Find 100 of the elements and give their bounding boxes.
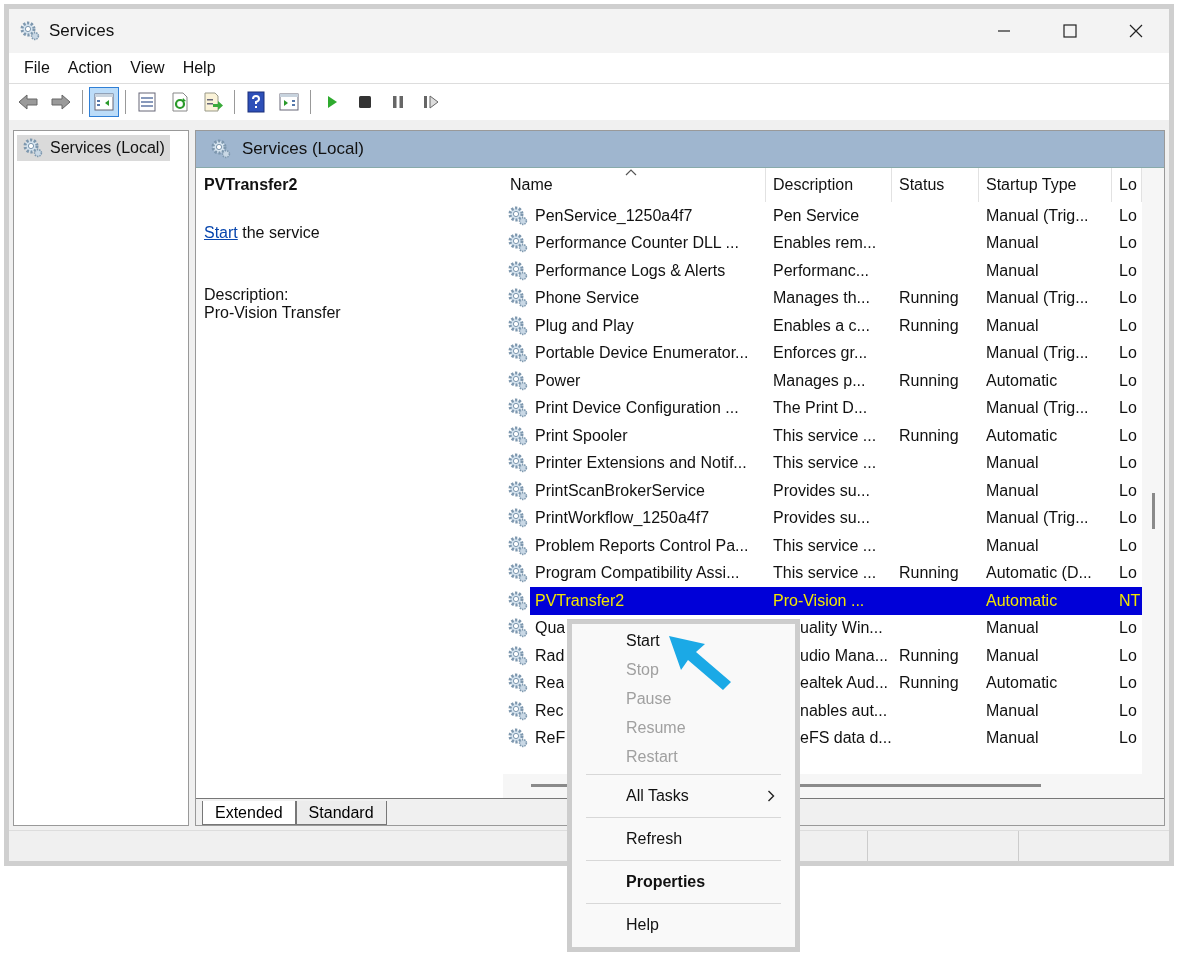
context-menu-item[interactable]: Refresh [580, 821, 787, 857]
service-gear-icon [507, 232, 529, 255]
table-cell-text: Lo [1118, 728, 1138, 749]
table-cell-text: Lo [1118, 260, 1138, 281]
menu-item[interactable]: Action [58, 56, 122, 80]
vertical-scrollbar[interactable] [1142, 168, 1164, 774]
table-cell[interactable]: Plug and Play [530, 312, 766, 340]
menu-item[interactable]: File [15, 56, 59, 80]
table-cell: Automatic [979, 587, 1112, 615]
table-cell[interactable]: PrintWorkflow_1250a4f7 [530, 504, 766, 532]
maximize-icon [1063, 24, 1077, 38]
table-cell[interactable]: Portable Device Enumerator... [530, 339, 766, 367]
view-tab[interactable]: Extended [202, 801, 296, 825]
table-cell-text: Lo [1118, 288, 1138, 309]
table-cell-text: Manual (Trig... [985, 398, 1090, 419]
table-cell-text: Running [898, 563, 960, 584]
table-cell-text: Pen Service [772, 205, 861, 226]
table-cell-text: Lo [1118, 343, 1138, 364]
service-gear-icon [507, 452, 529, 475]
view-tab[interactable]: Standard [295, 801, 387, 825]
menu-item[interactable]: View [121, 56, 174, 80]
context-menu-item[interactable]: All Tasks [580, 778, 787, 814]
table-cell[interactable]: Power [530, 367, 766, 395]
table-cell[interactable]: Rec [530, 697, 564, 725]
start-link[interactable]: Start [204, 224, 238, 241]
service-gear-icon [507, 314, 529, 337]
table-cell[interactable]: Performance Logs & Alerts [530, 257, 766, 285]
column-header[interactable]: Startup Type [979, 168, 1112, 202]
table-cell[interactable]: Rea [530, 669, 565, 697]
table-cell[interactable]: PenService_1250a4f7 [530, 202, 766, 230]
close-icon [1129, 24, 1143, 38]
tree-item[interactable]: Services (Local) [17, 135, 170, 161]
table-cell[interactable]: Problem Reports Control Pa... [530, 532, 766, 560]
menu-item[interactable]: Help [173, 56, 225, 80]
table-cell-text: Performanc... [772, 260, 871, 281]
service-gear-icon [507, 369, 529, 392]
list-icon [136, 91, 158, 113]
table-cell-text: Lo [1118, 480, 1138, 501]
table-cell[interactable]: Qua [530, 614, 566, 642]
table-cell-text: Lo [1118, 700, 1138, 721]
table-cell-text: This service ... [772, 453, 878, 474]
table-cell[interactable]: Print Spooler [530, 422, 766, 450]
table-cell-text: Manual [985, 315, 1040, 336]
table-cell-text: Lo [1118, 315, 1138, 336]
table-cell-text: ealtek Aud... [799, 673, 890, 694]
table-cell[interactable]: PrintScanBrokerService [530, 477, 766, 505]
table-cell-text: Manual [985, 260, 1040, 281]
table-cell-text: Manages th... [772, 288, 871, 309]
context-menu-item[interactable]: Properties [580, 864, 787, 900]
table-cell-text: Automatic [985, 673, 1059, 694]
description-text: Pro-Vision Transfer [204, 304, 342, 322]
service-gear-icon [507, 562, 529, 585]
table-cell-text: Enforces gr... [772, 343, 869, 364]
table-cell-text: Running [898, 645, 960, 666]
table-cell-text: Lo [1118, 425, 1138, 446]
table-cell-text: Lo [1118, 535, 1138, 556]
table-cell[interactable]: Rad [530, 642, 565, 670]
service-gear-icon [507, 424, 529, 447]
right-arrow-icon [50, 91, 72, 113]
table-cell-text: Lo [1118, 453, 1138, 474]
column-header[interactable]: Name [503, 168, 766, 202]
action-sentence: Start the service [204, 224, 321, 242]
service-gear-icon [507, 259, 529, 282]
table-cell[interactable]: Printer Extensions and Notif... [530, 449, 766, 477]
service-gear-icon [507, 397, 529, 420]
table-cell-text: Manual (Trig... [985, 508, 1090, 529]
table-cell[interactable]: PVTransfer2 [530, 587, 766, 615]
pointer-arrow-icon [667, 634, 733, 692]
service-gear-icon [507, 204, 529, 227]
table-cell[interactable]: Performance Counter DLL ... [530, 229, 766, 257]
service-gear-icon [507, 699, 529, 722]
table-cell-text: Lo [1118, 645, 1138, 666]
table-cell-text: Manual (Trig... [985, 343, 1090, 364]
table-cell-text: The Print D... [772, 398, 869, 419]
table-cell-text: Manual (Trig... [985, 288, 1090, 309]
table-cell-text: Manual [985, 645, 1040, 666]
service-gear-icon [507, 534, 529, 557]
table-cell-text: Automatic [985, 425, 1059, 446]
pane-title: Services (Local) [242, 139, 364, 159]
table-cell-text: Manual [985, 728, 1040, 749]
refresh-icon [169, 91, 191, 113]
table-cell-text: This service ... [772, 425, 878, 446]
table-cell-text: Lo [1118, 233, 1138, 254]
table-cell-text: Manages p... [772, 370, 867, 391]
table-cell[interactable]: Print Device Configuration ... [530, 394, 766, 422]
table-cell-text: Manual [985, 618, 1040, 639]
description-label: Description: [204, 286, 290, 304]
table-cell[interactable]: Program Compatibility Assi... [530, 559, 766, 587]
help-icon [245, 91, 267, 113]
column-header[interactable]: Status [892, 168, 979, 202]
context-menu-item[interactable]: Start [580, 626, 787, 655]
service-gear-icon [507, 644, 529, 667]
table-cell[interactable]: ReF [530, 724, 566, 752]
table-cell-text: Provides su... [772, 480, 871, 501]
column-header[interactable]: Description [766, 168, 892, 202]
table-cell[interactable]: Phone Service [530, 284, 766, 312]
service-gear-icon [507, 617, 529, 640]
table-cell: Pro-Vision ... [766, 587, 892, 615]
services-gear-icon [210, 138, 232, 160]
context-menu-item[interactable]: Help [580, 907, 787, 943]
